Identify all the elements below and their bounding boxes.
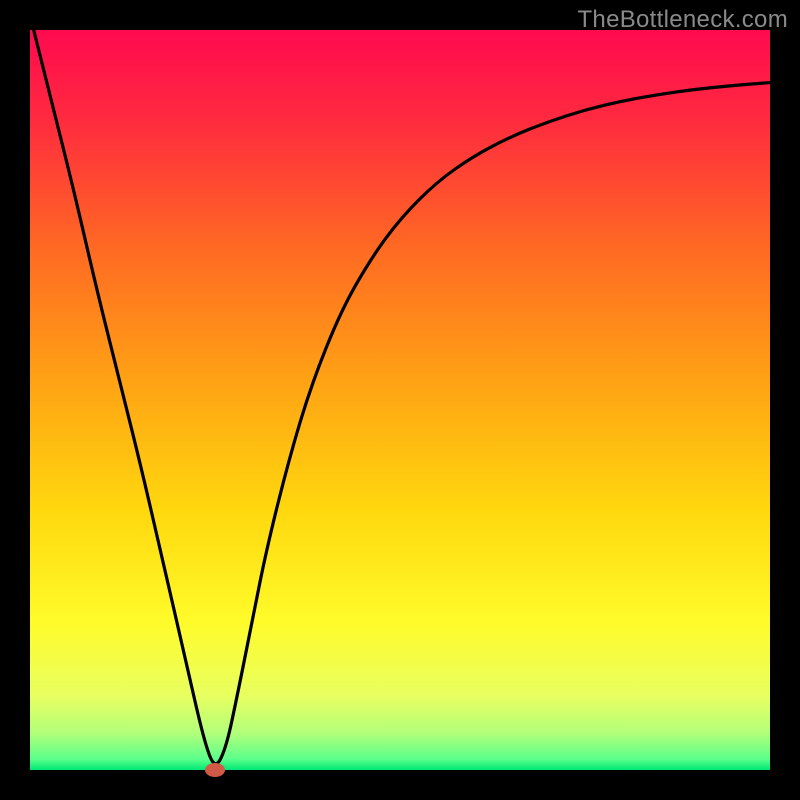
curve-layer — [30, 30, 770, 770]
chart-container: TheBottleneck.com — [0, 0, 800, 800]
minimum-marker — [205, 763, 225, 777]
plot-area — [30, 30, 770, 770]
bottleneck-curve — [30, 15, 770, 763]
